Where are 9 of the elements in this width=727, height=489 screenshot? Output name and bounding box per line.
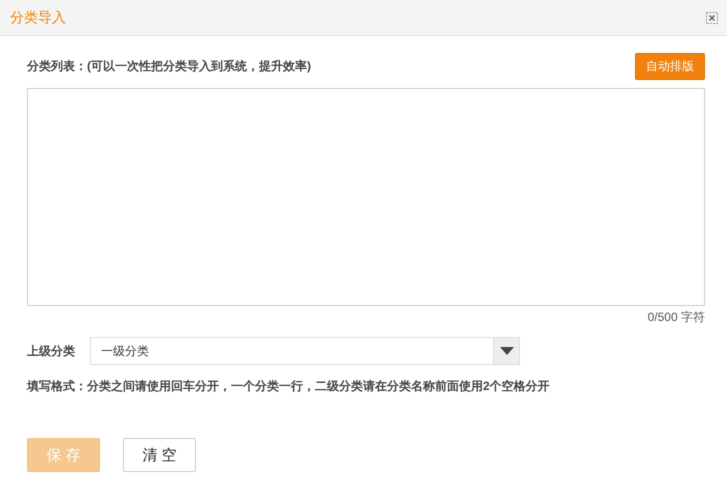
close-icon[interactable]	[706, 12, 718, 24]
list-label: 分类列表：(可以一次性把分类导入到系统，提升效率)	[27, 58, 311, 75]
clear-button[interactable]: 清 空	[123, 438, 196, 472]
character-counter: 0/500 字符	[646, 309, 705, 325]
parent-category-label: 上级分类	[27, 342, 76, 360]
format-hint: 填写格式：分类之间请使用回车分开，一个分类一行，二级分类请在分类名称前面使用2个空格分开	[27, 378, 551, 395]
dialog-title: 分类导入	[10, 8, 66, 26]
caret-icon	[500, 347, 514, 355]
parent-category-select[interactable]: 一级分类	[90, 337, 520, 365]
